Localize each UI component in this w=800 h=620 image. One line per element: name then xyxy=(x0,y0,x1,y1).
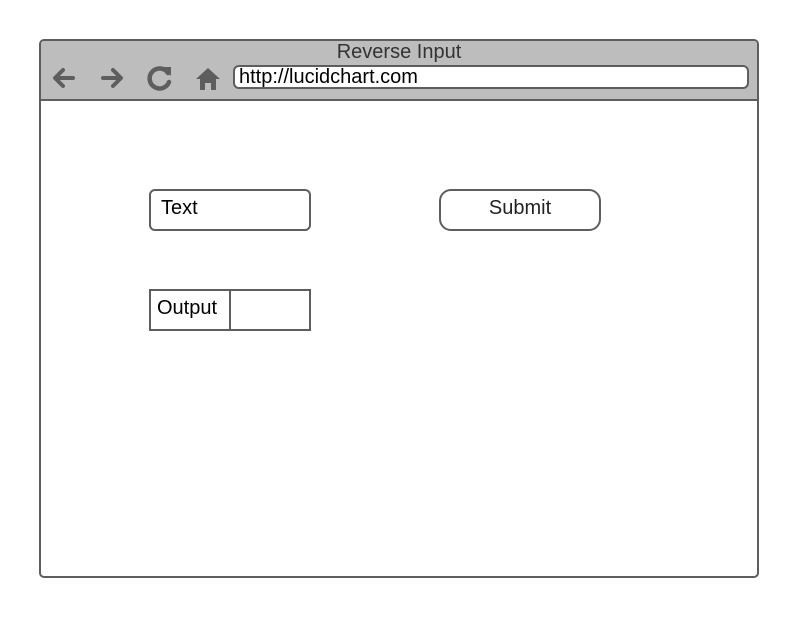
address-bar[interactable]: http://lucidchart.com xyxy=(233,65,749,89)
browser-window: Reverse Input http://lucidchart.com xyxy=(39,39,759,578)
back-arrow-icon[interactable] xyxy=(47,63,77,93)
home-icon[interactable] xyxy=(193,63,223,93)
output-box: Output xyxy=(149,289,311,331)
window-title: Reverse Input xyxy=(336,41,462,63)
submit-button[interactable]: Submit xyxy=(439,189,601,231)
text-input[interactable]: Text xyxy=(149,189,311,231)
refresh-icon[interactable] xyxy=(145,63,175,93)
forward-arrow-icon[interactable] xyxy=(99,63,129,93)
title-bar: Reverse Input http://lucidchart.com xyxy=(41,41,757,101)
output-value xyxy=(231,291,309,329)
output-label: Output xyxy=(151,291,231,329)
wireframe-canvas: Reverse Input http://lucidchart.com Text… xyxy=(0,0,800,620)
